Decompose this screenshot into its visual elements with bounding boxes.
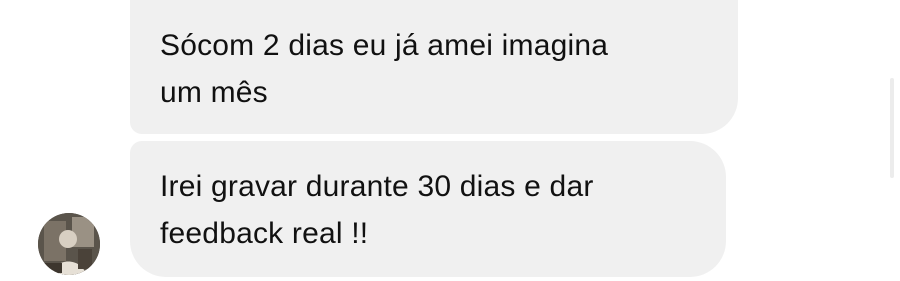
message-thread: Sócom 2 dias eu já amei imagina um mês I… [0, 0, 900, 281]
user-avatar-icon [38, 213, 100, 275]
message-text-line: feedback real !! [160, 217, 369, 250]
scrollbar[interactable] [890, 78, 894, 178]
message-text-line: Sócom 2 dias eu já amei imagina [160, 29, 609, 62]
avatar[interactable] [38, 213, 100, 275]
message-text-line: Irei gravar durante 30 dias e dar [160, 170, 594, 203]
message-text-line: um mês [160, 76, 268, 109]
message-bubble[interactable]: Irei gravar durante 30 dias e dar feedba… [130, 141, 726, 277]
message-bubble[interactable]: Sócom 2 dias eu já amei imagina um mês [130, 0, 738, 134]
